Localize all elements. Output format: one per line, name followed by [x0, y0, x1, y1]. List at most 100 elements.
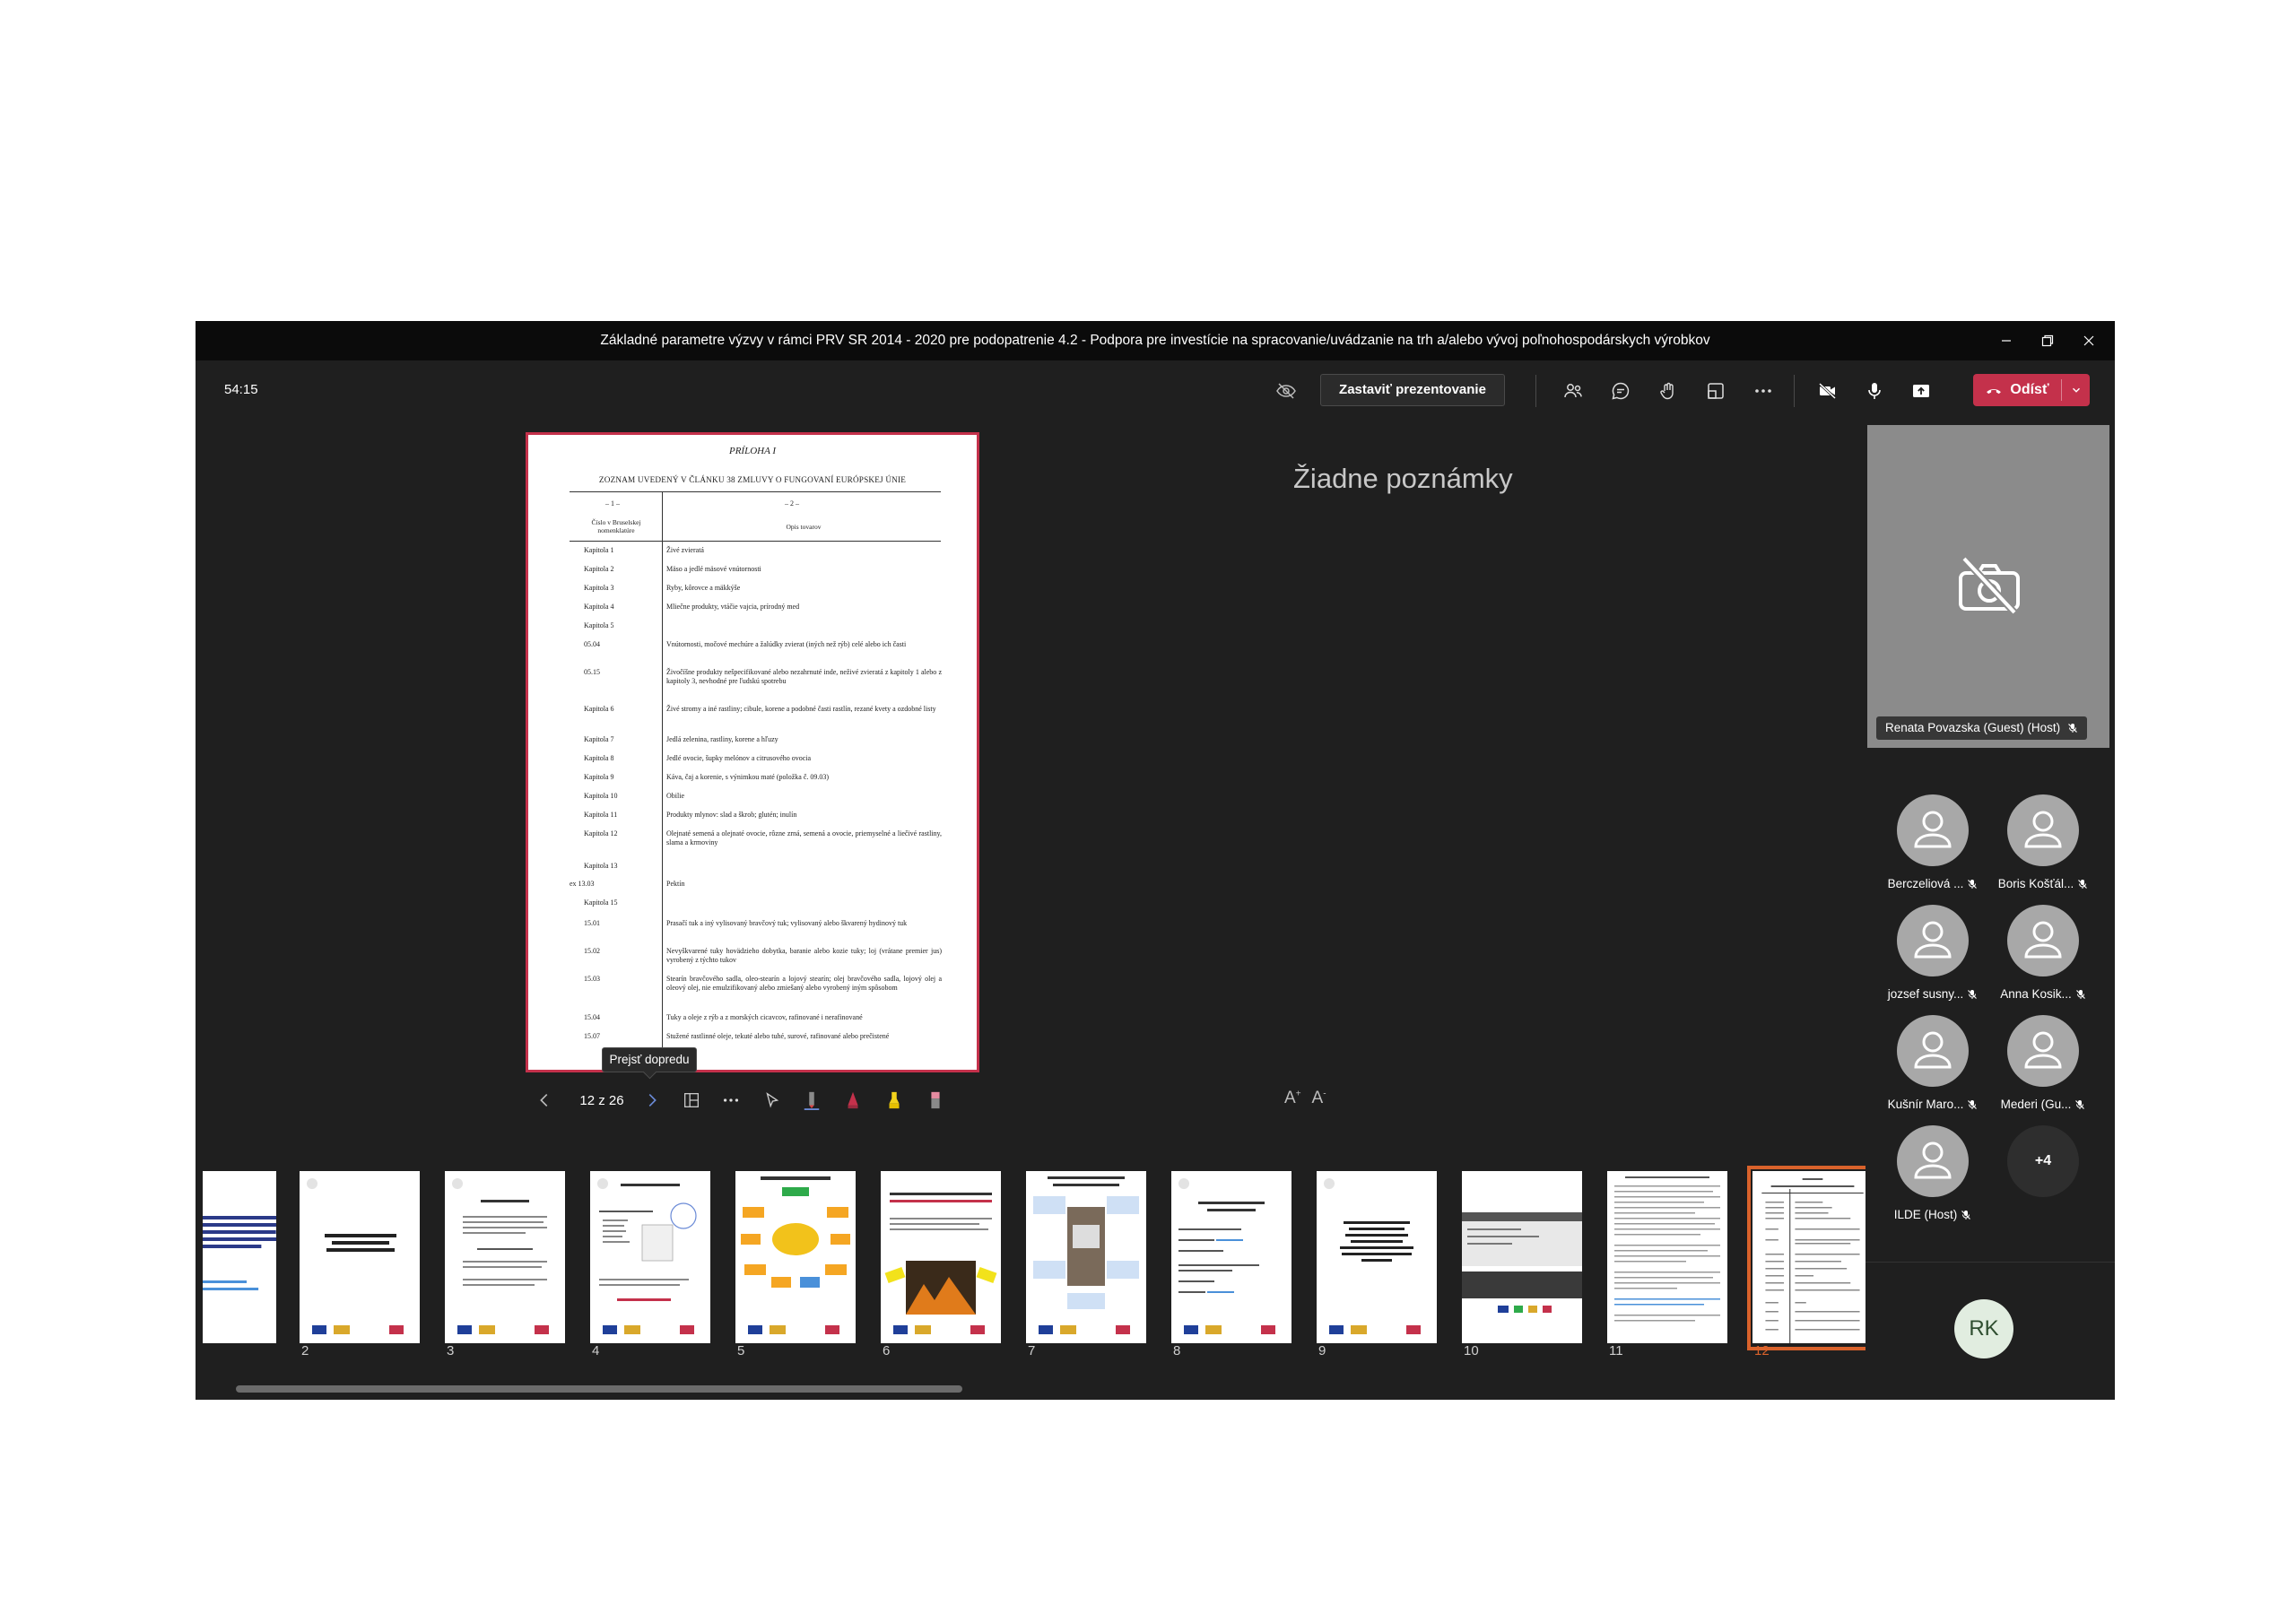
- leave-main[interactable]: Odísť: [1973, 374, 2061, 406]
- mic-muted-icon: [2075, 1100, 2085, 1109]
- thumbnail-number: 4: [592, 1343, 600, 1358]
- participant-name: Anna Kosik...: [2000, 987, 2072, 1001]
- increase-text-size-icon[interactable]: A+: [1284, 1089, 1301, 1107]
- row-description: Prasačí tuk a iný vylisovaný bravčový tu…: [666, 919, 908, 927]
- minimize-icon[interactable]: [1986, 321, 2027, 360]
- row-code: Kapitola 15: [584, 898, 618, 907]
- more-actions-icon[interactable]: [1749, 377, 1778, 405]
- eraser-icon[interactable]: [922, 1087, 949, 1114]
- next-slide-icon[interactable]: [639, 1087, 665, 1114]
- slide-thumbnail[interactable]: [590, 1171, 710, 1343]
- slide-thumbnail[interactable]: [300, 1171, 420, 1343]
- red-marker-icon[interactable]: [839, 1087, 866, 1114]
- leave-button[interactable]: Odísť: [1973, 374, 2090, 406]
- slide-thumbnail[interactable]: [1462, 1171, 1582, 1343]
- row-description: Mliečne produkty, vtáčie vajcia, prírodn…: [666, 603, 800, 611]
- avatar: [1897, 1125, 1969, 1197]
- person-icon: [1914, 1141, 1952, 1179]
- slide-thumbnail[interactable]: [203, 1171, 276, 1343]
- more-participants-tile[interactable]: +4: [1988, 1125, 2098, 1228]
- toolbar-divider: [1794, 375, 1795, 407]
- participant-tile[interactable]: jozsef susny...: [1878, 905, 1987, 1007]
- thumbnail-preview: [1178, 1178, 1275, 1334]
- slide-thumbnail[interactable]: [1026, 1171, 1146, 1343]
- self-avatar[interactable]: RK: [1954, 1299, 2013, 1358]
- row-code: Kapitola 11: [584, 811, 618, 819]
- restore-icon[interactable]: [2027, 321, 2068, 360]
- participant-tile[interactable]: Kušnír Maro...: [1878, 1015, 1987, 1117]
- thumbnail-preview: [741, 1176, 850, 1334]
- column-1-number: – 1 –: [605, 499, 620, 508]
- thumbnail-number: 5: [737, 1343, 745, 1358]
- camera-off-icon[interactable]: [1813, 377, 1842, 405]
- featured-participant-tile[interactable]: Renata Povazska (Guest) (Host): [1867, 425, 2109, 748]
- participant-tile[interactable]: Anna Kosik...: [1988, 905, 2098, 1007]
- row-code: Kapitola 1: [584, 546, 614, 554]
- reactions-icon[interactable]: [1654, 377, 1683, 405]
- row-description: Nevyškvarené tuky hovädzieho dobytka, ba…: [666, 947, 942, 964]
- grid-view-icon[interactable]: [678, 1087, 705, 1114]
- more-options-icon[interactable]: [718, 1087, 744, 1114]
- share-content-icon[interactable]: [1907, 377, 1935, 405]
- column-2-header: Opis tovarov: [786, 523, 822, 531]
- previous-slide-icon[interactable]: [531, 1087, 558, 1114]
- laser-pointer-icon[interactable]: [759, 1087, 786, 1114]
- slide-thumbnail[interactable]: [1317, 1171, 1437, 1343]
- table-column-divider: [662, 492, 663, 1070]
- avatar: [1897, 794, 1969, 866]
- slide-thumbnail[interactable]: [735, 1171, 856, 1343]
- row-code: Kapitola 9: [584, 773, 614, 781]
- thumbnail-preview: [203, 1216, 276, 1290]
- slide-thumbnail[interactable]: [1607, 1171, 1727, 1343]
- breakout-rooms-icon[interactable]: [1701, 377, 1730, 405]
- participant-name-row: Kušnír Maro...: [1878, 1098, 1987, 1111]
- row-code: Kapitola 4: [584, 603, 614, 611]
- row-code: 05.04: [584, 640, 600, 648]
- participant-name: Mederi (Gu...: [2000, 1098, 2072, 1111]
- camera-off-icon: [1959, 556, 2020, 615]
- row-code: 15.07: [584, 1032, 600, 1040]
- featured-participant-label: Renata Povazska (Guest) (Host): [1876, 716, 2088, 740]
- thumbnail-number-selected: 12: [1754, 1343, 1770, 1358]
- row-description: Tuky a oleje z rýb a z morských cicavcov…: [666, 1013, 863, 1021]
- row-code: Kapitola 2: [584, 565, 614, 573]
- thumbnail-preview: [597, 1178, 697, 1334]
- featured-participant-name: Renata Povazska (Guest) (Host): [1885, 721, 2061, 734]
- table-rule: [570, 491, 941, 492]
- row-description: Ryby, kôrovce a mäkkýše: [666, 584, 741, 592]
- thumbnail-number: 6: [883, 1343, 891, 1358]
- row-description: Mäso a jedlé mäsové vnútornosti: [666, 565, 761, 573]
- participants-icon[interactable]: [1559, 377, 1587, 405]
- leave-options-chevron-icon[interactable]: [2062, 374, 2090, 406]
- row-code: ex 13.03: [570, 880, 595, 888]
- stop-presenting-button[interactable]: Zastaviť prezentovanie: [1320, 374, 1505, 406]
- teams-meeting-window: Základné parametre výzvy v rámci PRV SR …: [196, 321, 2115, 1400]
- chat-icon[interactable]: [1606, 377, 1635, 405]
- row-description: Živé stromy a iné rastliny; cibule, kore…: [666, 705, 936, 713]
- thumbnail-scrollbar[interactable]: [236, 1385, 962, 1393]
- person-icon: [1914, 921, 1952, 959]
- slide-thumbnail[interactable]: [445, 1171, 565, 1343]
- row-description: Živé zvieratá: [666, 546, 704, 554]
- thumbnail-preview: [1033, 1176, 1139, 1334]
- thumbnail-number: 8: [1173, 1343, 1181, 1358]
- participant-tile[interactable]: Mederi (Gu...: [1988, 1015, 2098, 1117]
- mic-muted-icon: [2078, 880, 2088, 889]
- hide-presenter-view-icon[interactable]: [1272, 377, 1300, 405]
- slide-thumbnail[interactable]: [1171, 1171, 1292, 1343]
- row-code: Kapitola 8: [584, 754, 614, 762]
- close-icon[interactable]: [2068, 321, 2109, 360]
- participant-tile[interactable]: Boris Košťál...: [1988, 794, 2098, 897]
- more-participants-count: +4: [2007, 1125, 2079, 1197]
- pen-tool-icon[interactable]: [798, 1087, 825, 1114]
- row-description: Káva, čaj a korenie, s výnimkou maté (po…: [666, 773, 830, 781]
- participant-tile[interactable]: ILDE (Host): [1878, 1125, 1987, 1228]
- row-description: Pektín: [666, 880, 685, 888]
- decrease-text-size-icon[interactable]: A-: [1312, 1089, 1326, 1107]
- slide-thumbnail[interactable]: [881, 1171, 1001, 1343]
- microphone-icon[interactable]: [1860, 377, 1889, 405]
- person-icon: [2024, 921, 2062, 959]
- highlighter-icon[interactable]: [881, 1087, 908, 1114]
- row-code: Kapitola 13: [584, 862, 618, 870]
- participant-tile[interactable]: Berczeliová ...: [1878, 794, 1987, 897]
